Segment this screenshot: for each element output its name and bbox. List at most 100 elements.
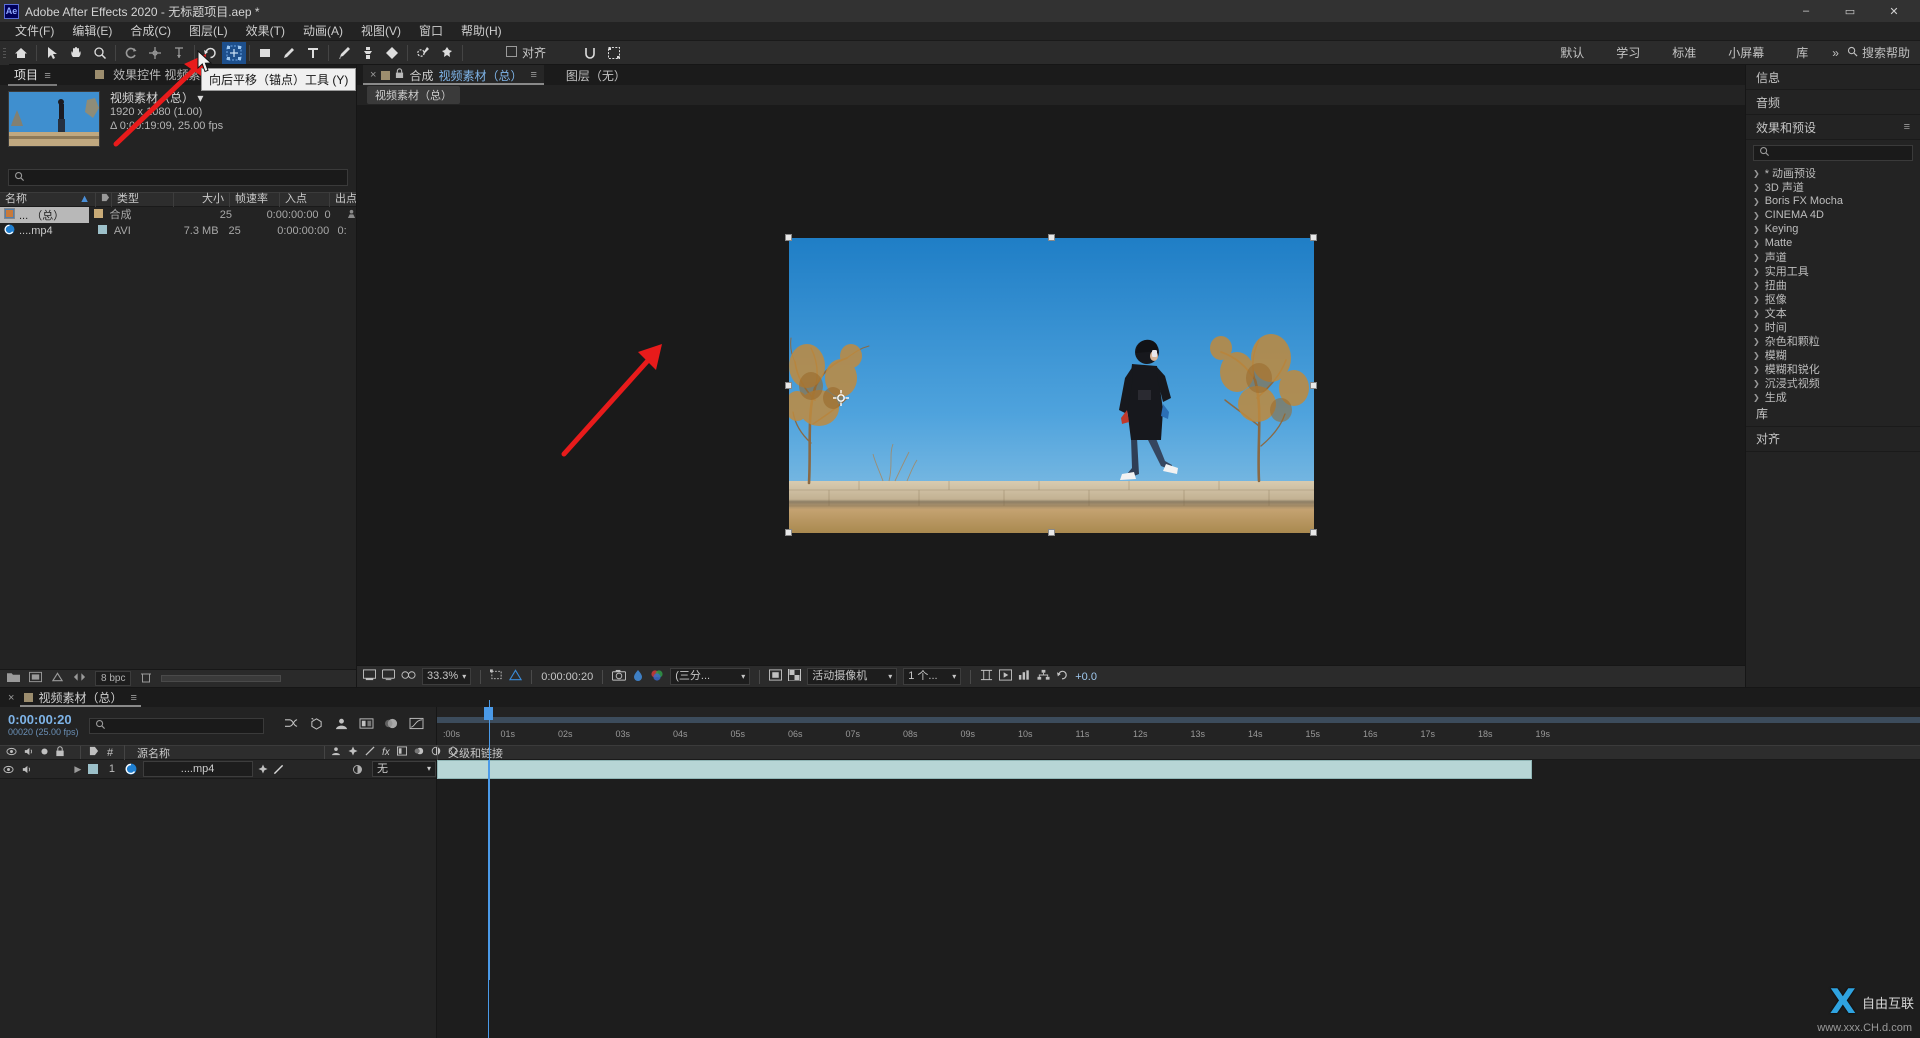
tab-composition[interactable]: × 合成 视频素材（总） ≡ [363, 65, 544, 85]
effects-category-item[interactable]: ❯ 沉浸式视频 [1746, 376, 1920, 390]
project-settings-icon[interactable] [51, 671, 64, 686]
video-toggle-icon[interactable] [6, 746, 17, 760]
selection-handle[interactable] [1309, 233, 1317, 241]
effects-category-item[interactable]: ❯ Boris FX Mocha [1746, 194, 1920, 208]
effects-category-item[interactable]: ❯ 声道 [1746, 250, 1920, 264]
effects-category-item[interactable]: ❯ 实用工具 [1746, 264, 1920, 278]
camera-select[interactable]: 活动摄像机 ▾ [807, 668, 898, 685]
selection-handle[interactable] [1047, 233, 1055, 241]
selection-handle[interactable] [1047, 528, 1055, 536]
zoom-level-select[interactable]: 33.3% ▾ [422, 668, 472, 685]
effects-category-item[interactable]: ❯ 生成 [1746, 390, 1920, 402]
effects-category-item[interactable]: ❯ 杂色和颗粒 [1746, 334, 1920, 348]
comp-flowchart-icon[interactable] [1037, 669, 1050, 684]
source-name-header[interactable]: 源名称 [124, 744, 324, 761]
work-area-bar[interactable] [437, 717, 1920, 723]
menu-layer[interactable]: 图层(L) [180, 22, 237, 41]
layer-3d-switch[interactable] [348, 760, 366, 779]
menu-edit[interactable]: 编辑(E) [63, 22, 121, 41]
effects-category-item[interactable]: ❯ * 动画预设 [1746, 166, 1920, 180]
layer-parent-select[interactable]: 无 ▾ [366, 760, 436, 779]
workspace-library[interactable]: 库 [1780, 41, 1824, 65]
layer-fx-switch[interactable] [286, 760, 302, 779]
col-out[interactable]: 出点 [330, 192, 356, 207]
layer-label-color[interactable] [86, 760, 102, 779]
close-button[interactable]: ✕ [1872, 0, 1916, 22]
hide-shy-layers-icon[interactable] [334, 717, 349, 735]
selection-tool-icon[interactable] [40, 42, 64, 64]
layer-lock-toggle[interactable] [53, 760, 71, 779]
panel-effects-presets[interactable]: 效果和预设 ≡ [1746, 115, 1920, 140]
col-in[interactable]: 入点 [280, 192, 330, 207]
selection-handle[interactable] [784, 528, 792, 536]
table-row[interactable]: ....mp4 AVI 7.3 MB 25 0:00:00:00 0: [0, 223, 356, 239]
motion-blur-icon[interactable] [384, 717, 399, 735]
effects-category-item[interactable]: ❯ Matte [1746, 236, 1920, 250]
col-type[interactable]: 类型 [112, 192, 174, 207]
take-snapshot-icon[interactable] [612, 669, 627, 684]
search-help-box[interactable]: 搜索帮助 [1847, 44, 1920, 61]
selection-handle[interactable] [1309, 528, 1317, 536]
layer-audio-toggle[interactable] [18, 760, 36, 779]
grid-guides-icon[interactable] [509, 669, 523, 684]
effects-category-item[interactable]: ❯ 扭曲 [1746, 278, 1920, 292]
effects-category-item[interactable]: ❯ 模糊 [1746, 348, 1920, 362]
reset-exposure-icon[interactable] [1056, 669, 1069, 684]
graph-editor-icon[interactable] [409, 717, 424, 735]
motion-blur-col-icon[interactable] [414, 746, 424, 759]
layer-name-field[interactable]: ....mp4 [140, 760, 255, 779]
col-fps[interactable]: 帧速率 [230, 192, 280, 207]
layer-video-toggle[interactable] [0, 760, 18, 779]
layer-clip-bar[interactable] [437, 760, 1532, 779]
parent-link-header[interactable]: 父级和链接 [437, 744, 1920, 761]
rotation-tool-icon[interactable] [119, 42, 143, 64]
selection-handle[interactable] [784, 381, 792, 389]
effects-category-item[interactable]: ❯ 抠像 [1746, 292, 1920, 306]
project-item-dropdown-icon[interactable]: ▾ [197, 91, 203, 105]
maximize-button[interactable]: ▭ [1828, 0, 1872, 22]
lock-icon[interactable] [395, 68, 404, 82]
composition-canvas[interactable] [788, 237, 1314, 533]
align-group[interactable]: 对齐 [506, 44, 546, 61]
effects-category-item[interactable]: ❯ 时间 [1746, 320, 1920, 334]
resolution-select[interactable]: (三分... ▾ [670, 668, 751, 685]
orbit-tool-icon[interactable] [143, 42, 167, 64]
layer-shy-switch[interactable] [255, 760, 271, 779]
region-of-interest-icon[interactable] [490, 669, 503, 684]
menu-file[interactable]: 文件(F) [6, 22, 63, 41]
layer-motionblur-switch[interactable] [317, 760, 333, 779]
show-snapshot-icon[interactable] [632, 669, 644, 684]
toggle-mask-icon[interactable] [769, 669, 783, 684]
layer-row[interactable]: ▶ 1 ....mp4 无 ▾ [0, 760, 436, 779]
workspace-small-screen[interactable]: 小屏幕 [1712, 41, 1780, 65]
layer-expand-arrow-icon[interactable]: ▶ [70, 760, 86, 779]
workspace-overflow-chevron-icon[interactable]: » [1824, 46, 1847, 60]
layer-adjustment-switch[interactable] [333, 760, 349, 779]
menu-help[interactable]: 帮助(H) [452, 22, 511, 41]
channel-rgb-icon[interactable] [650, 669, 664, 684]
playhead-marker[interactable] [484, 707, 493, 720]
panel-info[interactable]: 信息 [1746, 65, 1920, 90]
selection-handle[interactable] [1309, 381, 1317, 389]
audio-toggle-icon[interactable] [23, 746, 34, 760]
bit-depth-button[interactable]: 8 bpc [95, 671, 132, 686]
shy-icon[interactable] [331, 746, 341, 759]
layer-frameblend-switch[interactable] [302, 760, 318, 779]
minimize-button[interactable]: – [1784, 0, 1828, 22]
project-thumbnail[interactable] [8, 91, 100, 147]
viewer-timecode[interactable]: 0:00:00:20 [541, 671, 593, 683]
workspace-learn[interactable]: 学习 [1600, 41, 1656, 65]
frame-blend-icon[interactable] [396, 746, 407, 759]
effects-fx-icon[interactable]: fx [382, 747, 390, 758]
workspace-standard[interactable]: 标准 [1656, 41, 1712, 65]
timeline-menu-icon[interactable]: ≡ [130, 692, 136, 704]
rectangle-tool-icon[interactable] [253, 42, 277, 64]
close-icon[interactable]: × [370, 69, 376, 81]
puppet-pin-tool-icon[interactable] [435, 42, 459, 64]
eraser-tool-icon[interactable] [380, 42, 404, 64]
effects-category-item[interactable]: ❯ 模糊和锐化 [1746, 362, 1920, 376]
tab-project[interactable]: 项目 ≡ [8, 65, 57, 86]
pixel-aspect-icon[interactable] [980, 669, 993, 684]
new-comp-icon[interactable] [29, 671, 42, 686]
menu-view[interactable]: 视图(V) [352, 22, 410, 41]
